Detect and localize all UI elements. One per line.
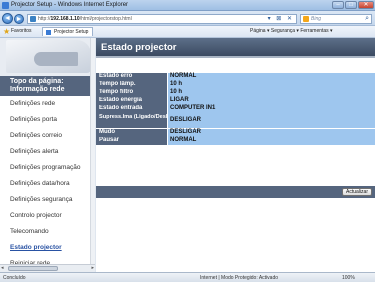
security-zone: Internet | Modo Protegido: Activado [200, 275, 279, 281]
action-bar: Actualizar [96, 186, 375, 198]
table-row: Estado energia LIGAR [96, 97, 375, 105]
url-host: 192.168.1.10 [50, 16, 80, 22]
scrollbar-thumb[interactable] [8, 266, 58, 271]
sidebar-top-link[interactable]: Topo da página: Informação rede [0, 76, 95, 96]
back-button[interactable]: ◄ [2, 13, 13, 24]
row-key: Estado energia [96, 97, 167, 105]
table-row: Estado entrada COMPUTER IN1 [96, 105, 375, 113]
main-content: Estado projector Estado erro NORMAL Temp… [96, 38, 375, 272]
sidebar-item-schedule[interactable]: Definições programação [0, 160, 95, 176]
sidebar-item-network[interactable]: Definições rede [0, 96, 95, 112]
page-title: Estado projector [101, 42, 177, 53]
row-key: Pausar [96, 137, 167, 145]
maximize-button[interactable]: □ [345, 1, 357, 9]
row-value: DESLIGAR [168, 129, 375, 137]
status-text: Concluído [3, 275, 26, 281]
url-prefix: http:// [38, 16, 51, 22]
table-row: Pausar NORMAL [96, 137, 375, 145]
row-value: NORMAL [168, 73, 375, 81]
row-key: Mudo [96, 129, 167, 137]
row-value: DESLIGAR [168, 113, 375, 129]
bing-icon [303, 16, 309, 22]
table-row: Tempo lâmp. 10 h [96, 81, 375, 89]
ie-icon [2, 2, 9, 9]
row-value: 10 h [168, 81, 375, 89]
row-key: Estado erro [96, 73, 167, 81]
row-key: Supress.Ima (Ligado/Desligado) [96, 113, 167, 129]
table-row: Supress.Ima (Ligado/Desligado) DESLIGAR [96, 113, 375, 129]
zoom-level[interactable]: 100% [342, 274, 355, 282]
window-titlebar: Projector Setup - Windows Internet Explo… [0, 0, 375, 11]
sidebar-menu: Definições rede Definições porta Definiç… [0, 96, 95, 272]
row-value: 10 h [168, 89, 375, 97]
forward-button[interactable]: ► [14, 14, 24, 24]
sidebar-item-mail[interactable]: Definições correio [0, 128, 95, 144]
logo [0, 38, 95, 76]
minimize-button[interactable]: – [332, 1, 344, 9]
url-text[interactable]: http://192.168.1.10/html/projectorstop.h… [38, 16, 132, 23]
table-row: Estado erro NORMAL [96, 73, 375, 81]
row-value: COMPUTER IN1 [168, 105, 375, 113]
tab-label: Projector Setup [54, 29, 89, 35]
favorites-button[interactable]: Favoritos [11, 28, 32, 35]
sidebar-vertical-scrollbar[interactable] [90, 38, 95, 264]
search-placeholder: Bing [311, 16, 322, 22]
favorites-bar: ★ Favoritos Projector Setup Página ▾ Seg… [0, 26, 375, 38]
close-button[interactable]: ✕ [358, 1, 374, 9]
url-input[interactable]: http://192.168.1.10/html/projectorstop.h… [27, 14, 297, 24]
page-header: Estado projector [96, 38, 375, 58]
browser-tab[interactable]: Projector Setup [42, 27, 94, 36]
row-key: Tempo filtro [96, 89, 167, 97]
command-bar[interactable]: Página ▾ Segurança ▾ Ferramentas ▾ [250, 28, 333, 35]
sidebar-item-datetime[interactable]: Definições data/hora [0, 176, 95, 192]
sidebar-item-projector-status[interactable]: Estado projector [0, 240, 95, 256]
url-path: /html/projectorstop.html [79, 16, 132, 22]
favorites-star-icon[interactable]: ★ [3, 27, 10, 36]
site-icon [30, 16, 36, 22]
search-input[interactable]: Bing ⌕ [300, 14, 372, 24]
window-title: Projector Setup - Windows Internet Explo… [11, 2, 129, 8]
sidebar: Topo da página: Informação rede Definiçõ… [0, 38, 95, 272]
row-key: Estado entrada [96, 105, 167, 113]
refresh-button[interactable]: Actualizar [342, 188, 372, 196]
sidebar-horizontal-scrollbar[interactable]: ◂ ▸ [0, 264, 95, 272]
row-value: LIGAR [168, 97, 375, 105]
address-bar: ◄ ► http://192.168.1.10/html/projectorst… [0, 11, 375, 26]
hand-logo-image [6, 40, 91, 73]
status-table: Estado erro NORMAL Tempo lâmp. 10 h Temp… [96, 73, 375, 145]
scroll-right-icon[interactable]: ▸ [91, 265, 94, 272]
row-value: NORMAL [168, 137, 375, 145]
sidebar-item-security[interactable]: Definições segurança [0, 192, 95, 208]
sidebar-item-alert[interactable]: Definições alerta [0, 144, 95, 160]
sidebar-item-port[interactable]: Definições porta [0, 112, 95, 128]
search-icon[interactable]: ⌕ [365, 15, 369, 23]
sidebar-item-remote[interactable]: Telecomando [0, 224, 95, 240]
scroll-left-icon[interactable]: ◂ [1, 265, 4, 272]
sidebar-item-projector-control[interactable]: Controlo projector [0, 208, 95, 224]
refresh-stop-icons[interactable]: ▾ ⊠ ✕ [268, 15, 294, 23]
table-row: Mudo DESLIGAR [96, 129, 375, 137]
tab-icon [46, 30, 51, 35]
status-bar: Concluído Internet | Modo Protegido: Act… [0, 272, 375, 282]
table-row: Tempo filtro 10 h [96, 89, 375, 97]
row-key: Tempo lâmp. [96, 81, 167, 89]
